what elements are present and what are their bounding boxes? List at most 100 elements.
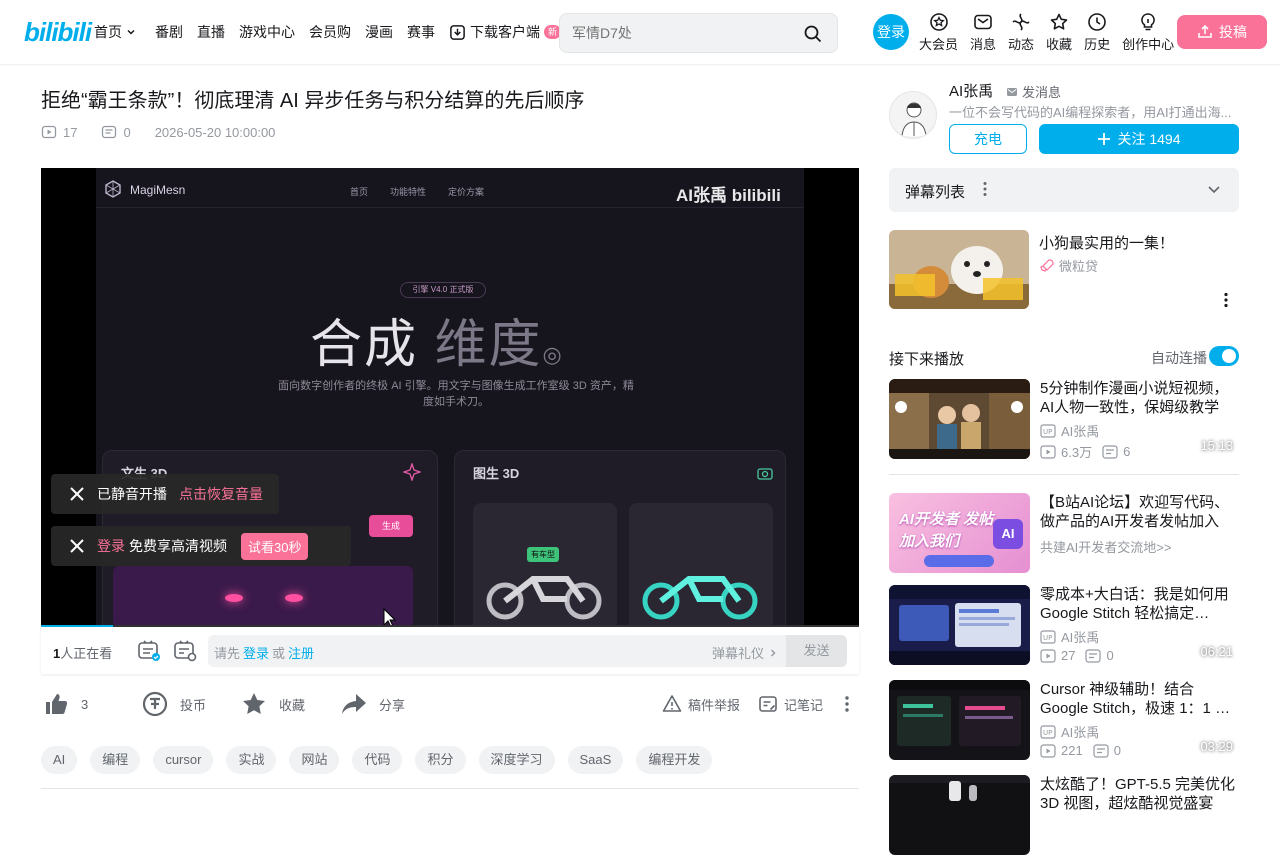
thumbnail-image [889, 775, 1030, 855]
login-button[interactable]: 登录 [873, 14, 909, 50]
favorite-icon [1050, 13, 1068, 30]
nav-esports[interactable]: 赛事 [407, 20, 435, 44]
recommend-item[interactable]: 15:13 5分钟制作漫画小说短视频，AI人物一致性，保姆级教学 UP AI张禹… [889, 379, 1239, 460]
dynamic-entry[interactable]: 动态 [1008, 12, 1034, 53]
dogs-image [889, 230, 1029, 309]
restore-volume-link[interactable]: 点击恢复音量 [179, 484, 263, 504]
tag-item[interactable]: 深度学习 [478, 746, 555, 774]
uploader-avatar[interactable] [889, 91, 937, 139]
share-button[interactable]: 分享 [341, 689, 405, 719]
recommend-thumbnail [889, 775, 1030, 855]
recommend-item[interactable]: 太炫酷了！GPT-5.5 完美优化 3D 视图，超炫酷视觉盛宴 [889, 775, 1239, 855]
thumbs-up-icon [46, 694, 68, 714]
like-button[interactable]: 3 [43, 689, 88, 719]
vip-label: 大会员 [919, 37, 959, 52]
nav-shop[interactable]: 会员购 [309, 20, 351, 44]
recommend-item[interactable]: 03:29 Cursor 神级辅助！结合 Google Stitch，极速 1：… [889, 680, 1239, 760]
autoplay-toggle[interactable] [1209, 346, 1239, 366]
danmaku-toggle-icon[interactable] [137, 640, 161, 662]
recommend-uploader[interactable]: UP AI张禹 [1040, 421, 1099, 440]
nav-manga[interactable]: 漫画 [365, 20, 393, 44]
video-player[interactable]: MagiMesn 首页 功能特性 定价方案 AI张禹 bilibili 引擎 V… [41, 168, 859, 627]
publish-date: 2026-05-20 10:00:00 [154, 124, 276, 140]
download-label: 下载客户端 [470, 24, 540, 40]
like-count: 3 [81, 696, 89, 712]
danmaku-etiquette-link[interactable]: 弹幕礼仪 [712, 643, 779, 662]
creator-entry[interactable]: 创作中心 [1122, 12, 1174, 53]
tag-item[interactable]: 实战 [226, 746, 277, 774]
more-vertical-icon[interactable] [982, 181, 988, 197]
warning-icon [662, 695, 682, 712]
tag-item[interactable]: SaaS [567, 746, 624, 774]
search-box [559, 13, 838, 53]
muted-toast: 已静音开播 点击恢复音量 [51, 474, 279, 514]
danmaku-send-button[interactable]: 发送 [786, 635, 847, 667]
forum-promo-item[interactable]: AI开发者 发帖加入我们 AI 【B站AI论坛】欢迎写代码、做产品的AI开发者发… [889, 493, 1239, 573]
nav-live[interactable]: 直播 [197, 20, 225, 44]
recommend-title[interactable]: 零成本+大白话：我是如何用 Google Stitch 轻松搞定 SaaS... [1040, 585, 1239, 623]
upload-button[interactable]: 投稿 [1177, 15, 1267, 49]
favorite-entry[interactable]: 收藏 [1046, 12, 1072, 53]
try-30s-button[interactable]: 试看30秒 [241, 532, 309, 560]
favorite-label: 收藏 [1046, 37, 1073, 52]
more-vertical-icon[interactable] [1223, 292, 1229, 308]
coin-button[interactable]: 投币 [142, 689, 206, 719]
plus-icon [1098, 133, 1111, 145]
danmaku-input[interactable]: 请先 登录或注册 弹幕礼仪 发送 [208, 635, 847, 667]
history-entry[interactable]: 历史 [1084, 12, 1110, 53]
follow-button[interactable]: 关注 1494 [1039, 124, 1239, 154]
recommend-title[interactable]: 太炫酷了！GPT-5.5 完美优化 3D 视图，超炫酷视觉盛宴 [1040, 775, 1239, 813]
tag-item[interactable]: AI [41, 746, 78, 774]
tag-item[interactable]: cursor [153, 746, 214, 774]
forum-promo-ai-badge: AI [993, 519, 1023, 549]
tag-item[interactable]: 代码 [352, 746, 403, 774]
card-text3d-gen-button: 生成 [369, 515, 413, 537]
recommend-title[interactable]: 5分钟制作漫画小说短视频，AI人物一致性，保姆级教学 [1040, 379, 1239, 417]
favorite-button[interactable]: 收藏 [241, 689, 305, 719]
tag-item[interactable]: 网站 [289, 746, 340, 774]
message-label: 消息 [970, 37, 997, 52]
danmaku-settings-icon[interactable] [173, 640, 197, 662]
tag-item[interactable]: 积分 [415, 746, 466, 774]
close-muted-toast-icon[interactable] [69, 486, 85, 502]
vip-entry[interactable]: 大会员 [919, 12, 958, 53]
nav-download-client[interactable]: 下载客户端 新 [449, 20, 562, 44]
tag-item[interactable]: 编程开发 [636, 746, 713, 774]
nav-anime[interactable]: 番剧 [155, 20, 183, 44]
message-entry[interactable]: 消息 [970, 12, 996, 53]
more-vertical-icon[interactable] [841, 695, 853, 713]
top-header: bilibili 首页 番剧 直播 游戏中心 会员购 漫画 赛事 下载客户端 新… [0, 0, 1280, 64]
danmaku-list-panel[interactable]: 弹幕列表 [889, 168, 1239, 212]
nav-game-center[interactable]: 游戏中心 [239, 20, 295, 44]
ad-thumbnail [889, 230, 1029, 309]
close-hd-toast-icon[interactable] [69, 538, 85, 554]
recommend-uploader[interactable]: UP AI张禹 [1040, 722, 1099, 741]
chevron-down-icon[interactable] [1207, 184, 1221, 196]
recommend-uploader[interactable]: UP AI张禹 [1040, 627, 1099, 646]
search-icon[interactable] [803, 24, 823, 44]
danmaku-register-link[interactable]: 注册 [288, 646, 314, 661]
report-button[interactable]: 稿件举报 [662, 689, 740, 719]
recommend-item[interactable]: 06:21 零成本+大白话：我是如何用 Google Stitch 轻松搞定 S… [889, 585, 1239, 665]
charge-button[interactable]: 充电 [949, 124, 1027, 154]
recommend-title[interactable]: 【B站AI论坛】欢迎写代码、做产品的AI开发者发帖加入 [1040, 493, 1239, 531]
recommend-title[interactable]: Cursor 神级辅助！结合 Google Stitch，极速 1：1 还原 S… [1040, 680, 1239, 718]
view-count-value: 17 [63, 124, 78, 140]
uploader-name[interactable]: AI张禹 [949, 80, 993, 101]
forum-promo-subtitle[interactable]: 共建AI开发者交流地>> [1040, 537, 1171, 556]
danmaku-ph-pre: 请先 [214, 646, 241, 661]
search-input[interactable] [572, 23, 792, 43]
video-duration: 03:29 [1200, 739, 1233, 754]
send-message-link[interactable]: 发消息 [1006, 82, 1061, 101]
ad-card[interactable]: 小狗最实用的一集！ 微粒贷 [889, 230, 1239, 310]
tag-item[interactable]: 编程 [90, 746, 141, 774]
nav-home[interactable]: 首页 [94, 20, 141, 44]
danmaku-login-link[interactable]: 登录 [243, 646, 269, 661]
bilibili-logo[interactable]: bilibili [24, 16, 92, 48]
forum-promo-thumb-button [924, 555, 994, 567]
notes-button[interactable]: 记笔记 [758, 689, 823, 719]
bike-thumb-white: 有车型 [473, 503, 617, 627]
hd-login-link[interactable]: 登录 [97, 536, 125, 556]
motorcycle-icon [486, 576, 602, 620]
svg-text:UP: UP [1043, 428, 1052, 436]
